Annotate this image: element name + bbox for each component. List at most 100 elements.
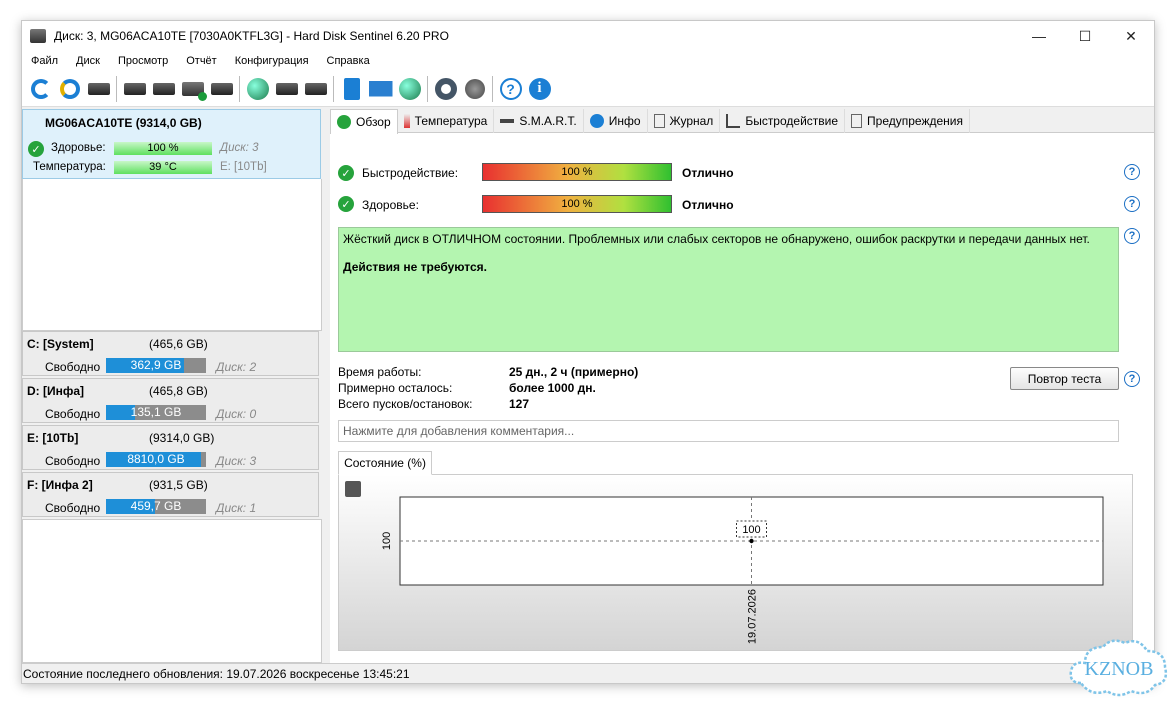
envelope-icon — [368, 80, 393, 97]
free-label: Свободно — [45, 501, 101, 515]
send-report-button[interactable] — [395, 75, 424, 103]
disk-ref: Диск: 3 — [220, 142, 259, 154]
tab-info[interactable]: Инфо — [584, 109, 648, 133]
email-button[interactable] — [366, 75, 395, 103]
disk-clock-icon — [152, 82, 175, 95]
status-message-box: Жёсткий диск в ОТЛИЧНОМ состоянии. Пробл… — [338, 227, 1119, 352]
volume-item-d[interactable]: D: [Инфа] (465,8 GB) Свободно 135,1 GB Д… — [22, 378, 319, 423]
menu-report[interactable]: Отчёт — [177, 55, 225, 67]
status-message: Жёсткий диск в ОТЛИЧНОМ состоянии. Пробл… — [343, 232, 1090, 246]
maximize-button[interactable]: ☐ — [1062, 21, 1108, 51]
refresh-warning-icon — [59, 78, 80, 99]
volume-item-f[interactable]: F: [Инфа 2] (931,5 GB) Свободно 459,7 GB… — [22, 472, 319, 517]
health-label: Здоровье: — [51, 142, 106, 154]
performance-bar: 100 % — [482, 163, 672, 181]
toolbar-separator — [116, 75, 117, 102]
disk-schedule-button[interactable] — [149, 75, 178, 103]
app-window: Диск: 3, MG06ACA10TE [7030A0KTFL3G] - Ha… — [21, 20, 1155, 684]
refresh-button[interactable] — [26, 75, 55, 103]
backup-icon — [275, 82, 298, 95]
starts-value: 127 — [509, 397, 530, 411]
menu-disk[interactable]: Диск — [67, 55, 109, 67]
health-chart: 100 19.07.2026 100 — [381, 496, 1104, 644]
temperature-bar: 39 °C — [114, 161, 212, 174]
disk-card[interactable]: MG06ACA10TE (9314,0 GB) ✓ Здоровье: 100 … — [22, 109, 321, 179]
tab-warnings[interactable]: Предупреждения — [845, 109, 970, 133]
uptime-label: Время работы: — [338, 365, 422, 379]
server-icon — [304, 82, 327, 95]
volume-size: (9314,0 GB) — [149, 431, 215, 445]
tab-label: Инфо — [608, 114, 641, 128]
window-title: Диск: 3, MG06ACA10TE [7030A0KTFL3G] - Ha… — [54, 29, 449, 43]
disk-test-button[interactable] — [120, 75, 149, 103]
tab-performance[interactable]: Быстродействие — [720, 109, 846, 133]
disk-search-icon — [210, 82, 233, 95]
performance-help-icon[interactable]: ? — [1124, 164, 1140, 180]
performance-status: Отлично — [682, 166, 734, 180]
watermark-text: KZNOB — [1085, 658, 1154, 680]
free-space-value: 135,1 GB — [130, 405, 182, 419]
thermometer-icon — [403, 114, 410, 128]
pane-splitter[interactable] — [322, 109, 328, 663]
tab-label: Температура — [414, 114, 488, 128]
network-button[interactable] — [243, 75, 272, 103]
about-button[interactable]: i — [525, 75, 554, 103]
free-label: Свободно — [45, 407, 101, 421]
free-space-bar: 135,1 GB — [106, 405, 206, 420]
free-space-bar: 362,9 GB — [106, 358, 206, 373]
health-ok-icon: ✓ — [28, 141, 44, 157]
chart-area: 100 19.07.2026 100 — [338, 475, 1133, 651]
message-help-icon[interactable]: ? — [1124, 228, 1140, 244]
health-label: Здоровье: — [362, 198, 419, 212]
chart-icon — [726, 114, 741, 128]
backup-button[interactable] — [272, 75, 301, 103]
disk-name: MG06ACA10TE (9314,0 GB) — [45, 116, 202, 130]
tab-temperature[interactable]: Температура — [398, 109, 495, 133]
volume-item-e[interactable]: E: [10Tb] (9314,0 GB) Свободно 8810,0 GB… — [22, 425, 319, 470]
volume-disk-ref: Диск: 0 — [216, 407, 257, 421]
disk-search-button[interactable] — [207, 75, 236, 103]
watermark-logo: KZNOB — [1069, 639, 1168, 697]
volume-name: C: [System] — [27, 337, 94, 351]
free-space-bar: 8810,0 GB — [106, 452, 206, 467]
left-pane: MG06ACA10TE (9314,0 GB) ✓ Здоровье: 100 … — [22, 109, 322, 663]
disk-list-button[interactable] — [84, 75, 113, 103]
free-label: Свободно — [45, 454, 101, 468]
tab-overview[interactable]: Обзор — [330, 109, 398, 134]
toolbar: ? i — [22, 71, 1154, 107]
health-help-icon[interactable]: ? — [1124, 196, 1140, 212]
action-message: Действия не требуются. — [343, 260, 487, 274]
tab-bar: Обзор Температура S.M.A.R.T. Инфо Журнал… — [330, 109, 1154, 134]
volume-item-c[interactable]: C: [System] (465,6 GB) Свободно 362,9 GB… — [22, 331, 319, 376]
menu-configuration[interactable]: Конфигурация — [226, 55, 318, 67]
gear-icon — [434, 77, 457, 100]
disk-test-icon — [123, 82, 146, 95]
health-status: Отлично — [682, 198, 734, 212]
sound-button[interactable] — [460, 75, 489, 103]
volume-size: (931,5 GB) — [149, 478, 208, 492]
tab-status-percent[interactable]: Состояние (%) — [338, 451, 432, 475]
menu-view[interactable]: Просмотр — [109, 55, 177, 67]
point-label: 100 — [742, 524, 760, 536]
server-button[interactable] — [301, 75, 330, 103]
retest-button[interactable]: Повтор теста — [1010, 367, 1119, 390]
info-icon: i — [528, 77, 551, 100]
tab-log[interactable]: Журнал — [648, 109, 721, 133]
retest-help-icon[interactable]: ? — [1124, 371, 1140, 387]
free-space-value: 459,7 GB — [130, 499, 182, 513]
close-button[interactable]: ✕ — [1108, 21, 1154, 51]
settings-button[interactable] — [431, 75, 460, 103]
help-button[interactable]: ? — [496, 75, 525, 103]
volume-disk-ref: Диск: 3 — [216, 454, 257, 468]
menu-help[interactable]: Справка — [318, 55, 379, 67]
disk-ok-button[interactable] — [178, 75, 207, 103]
tab-label: Быстродействие — [745, 114, 839, 128]
refresh-warning-button[interactable] — [55, 75, 84, 103]
info-icon — [589, 114, 604, 128]
comment-field[interactable]: Нажмите для добавления комментария... — [338, 420, 1119, 442]
minimize-button[interactable]: — — [1016, 21, 1062, 51]
pages-icon — [851, 114, 863, 128]
tab-smart[interactable]: S.M.A.R.T. — [494, 109, 584, 133]
menu-file[interactable]: Файл — [22, 55, 67, 67]
report-button[interactable] — [337, 75, 366, 103]
